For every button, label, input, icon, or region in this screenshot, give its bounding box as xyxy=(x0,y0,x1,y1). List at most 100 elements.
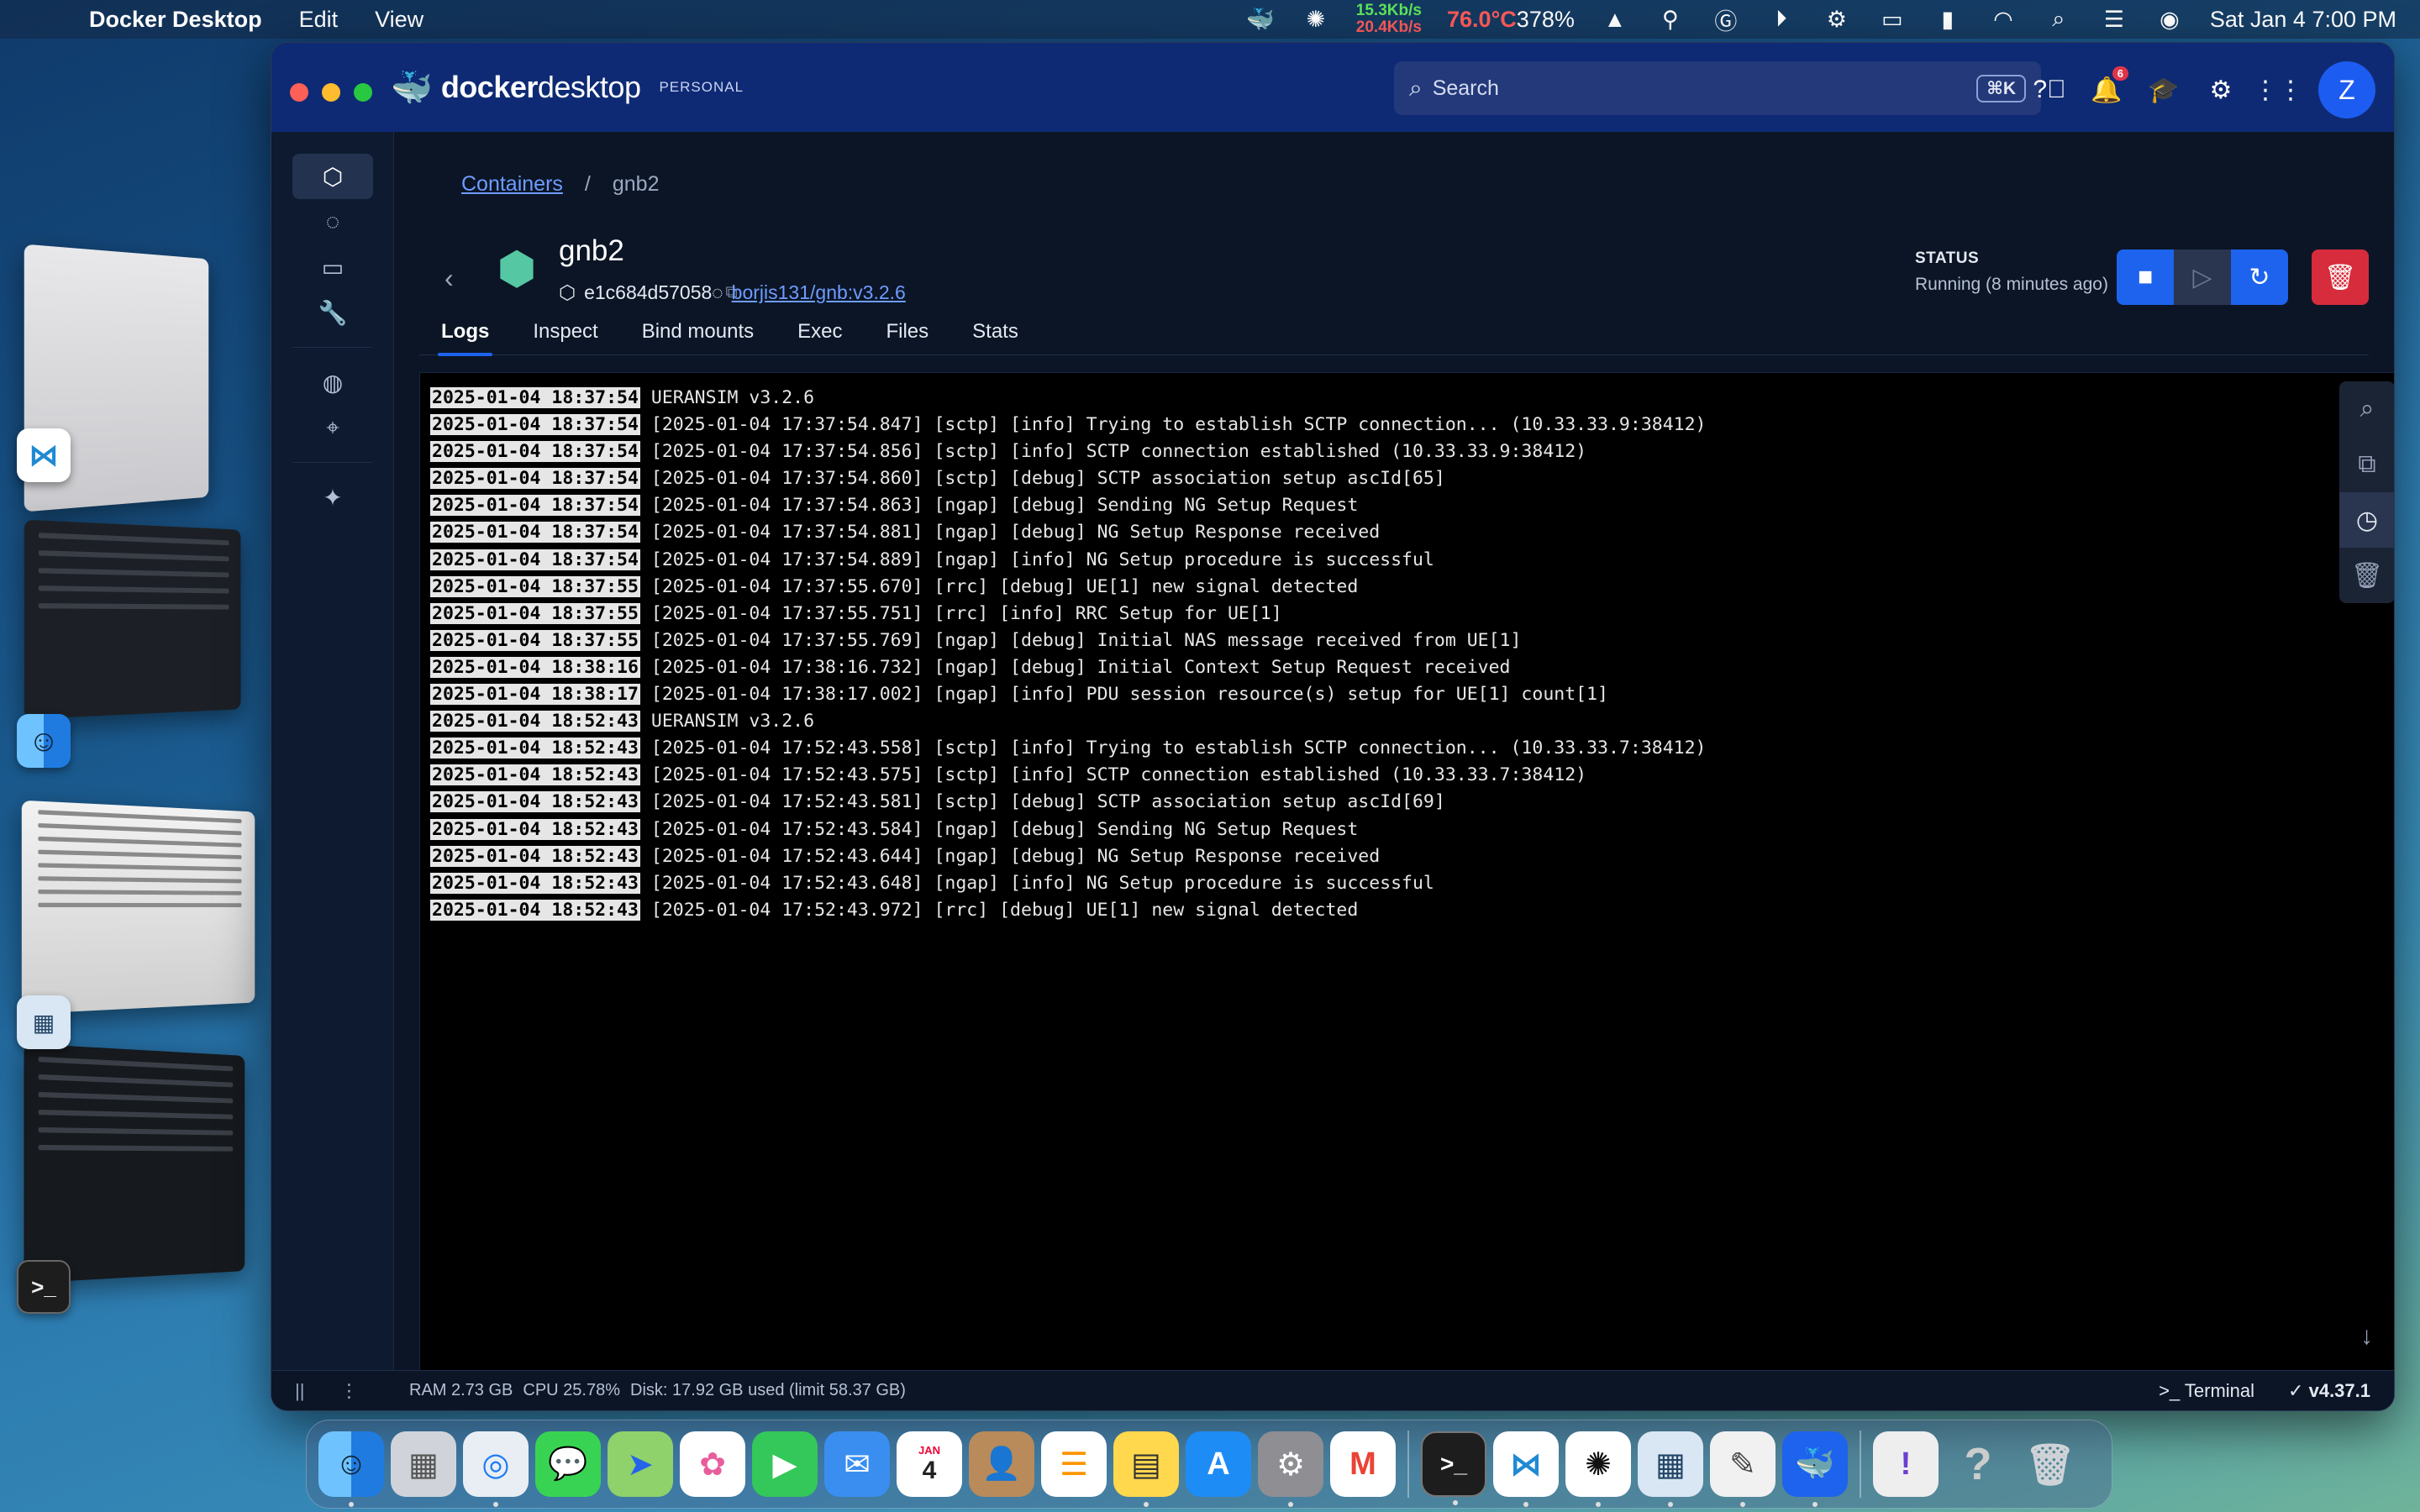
dock-maps[interactable]: ➤ xyxy=(608,1431,673,1497)
dock-app-store[interactable]: A xyxy=(1186,1431,1251,1497)
container-image-link[interactable]: borjis131/gnb:v3.2.6 xyxy=(732,281,906,304)
stage-window-preview[interactable] xyxy=(21,800,255,1015)
notification-badge: 6 xyxy=(2112,66,2128,81)
docker-status-icon[interactable]: 🐳 xyxy=(1245,6,1276,33)
cpu-usage-stat: CPU 25.78% xyxy=(523,1381,621,1399)
spotlight-icon[interactable]: ⌕ xyxy=(2044,6,2074,33)
sidebar-item-images[interactable]: ◌ xyxy=(292,199,373,244)
log-line: 2025-01-04 18:37:54 [2025-01-04 17:37:54… xyxy=(430,438,2388,465)
delete-button[interactable]: 🗑 xyxy=(2312,249,2369,305)
tab-exec[interactable]: Exec xyxy=(776,313,864,355)
sidebar-item-containers[interactable]: ⬡ xyxy=(292,154,373,199)
dock-mail[interactable]: ✉ xyxy=(824,1431,890,1497)
version-indicator[interactable]: ✓ v4.37.1 xyxy=(2288,1380,2370,1402)
log-copy-button[interactable]: ⧉ xyxy=(2339,437,2394,492)
apps-grid-icon[interactable]: ⋮⋮ xyxy=(2253,73,2303,107)
play-circle-icon[interactable]: ⏵ xyxy=(1766,6,1797,33)
dock-facetime[interactable]: ▶ xyxy=(752,1431,818,1497)
log-search-button[interactable]: ⌕ xyxy=(2339,381,2394,437)
title-bar: 🐳 dockerdesktop PERSONAL ⌕ Search ⌘K ?⃝ … xyxy=(271,43,2394,132)
pause-icon[interactable]: || xyxy=(295,1380,304,1402)
log-message: [2025-01-04 17:52:43.584] [ngap] [debug]… xyxy=(650,818,1359,840)
dock-document[interactable]: ! xyxy=(1873,1431,1939,1497)
control-center-icon[interactable]: ☰ xyxy=(2099,6,2129,33)
menu-app-name[interactable]: Docker Desktop xyxy=(89,7,262,33)
help-icon[interactable]: ?⃝ xyxy=(2033,73,2066,107)
dock-launchpad[interactable]: ▦ xyxy=(391,1431,456,1497)
tab-inspect[interactable]: Inspect xyxy=(511,313,619,355)
tab-stats[interactable]: Stats xyxy=(950,313,1040,355)
gear-status-icon[interactable]: ⚙ xyxy=(1822,6,1852,33)
chatgpt-status-icon[interactable]: ✺ xyxy=(1301,6,1331,33)
dock-notes[interactable]: ▤ xyxy=(1113,1431,1179,1507)
restart-button[interactable]: ↻ xyxy=(2231,249,2288,305)
dock-textedit[interactable]: ✎ xyxy=(1710,1431,1776,1507)
dock-finder[interactable]: ☺ xyxy=(318,1431,384,1507)
dock-reminders[interactable]: ☰ xyxy=(1041,1431,1107,1497)
log-clear-button[interactable]: 🗑 xyxy=(2339,548,2394,603)
dock-contacts[interactable]: 👤 xyxy=(969,1431,1034,1497)
stop-button[interactable]: ■ xyxy=(2117,249,2174,305)
log-message: [2025-01-04 17:37:54.856] [sctp] [info] … xyxy=(650,441,1587,463)
user-avatar[interactable]: Z xyxy=(2318,61,2375,118)
start-button[interactable]: ▷ xyxy=(2174,249,2231,305)
search-input[interactable]: ⌕ Search ⌘K xyxy=(1394,61,2041,115)
sidebar-item-builds[interactable]: 🔧 xyxy=(292,290,373,335)
dock-safari[interactable]: ◎ xyxy=(463,1431,529,1507)
stage-window-terminal[interactable] xyxy=(24,1043,245,1284)
stage-window-finder[interactable] xyxy=(24,519,241,720)
finder-app-icon[interactable]: ☺ xyxy=(17,714,71,768)
log-timestamp: 2025-01-04 18:37:55 xyxy=(430,575,640,597)
dock-chatgpt[interactable]: ✺ xyxy=(1565,1431,1631,1507)
preview-app-icon[interactable]: ▦ xyxy=(17,995,71,1049)
more-options-icon[interactable]: ⋮ xyxy=(339,1380,358,1402)
battery-icon[interactable]: ▮ xyxy=(1933,6,1963,33)
sidebar-item-volumes[interactable]: ▭ xyxy=(292,244,373,290)
log-viewer[interactable]: 2025-01-04 18:37:54 UERANSIM v3.2.6 2025-… xyxy=(419,372,2394,1372)
dock-help[interactable]: ? xyxy=(1945,1431,2011,1497)
menu-view[interactable]: View xyxy=(375,7,424,33)
system-stats[interactable]: 76.0°C378% xyxy=(1447,7,1575,33)
breadcrumb-containers-link[interactable]: Containers xyxy=(461,172,563,197)
dock-docker[interactable]: 🐳 xyxy=(1782,1431,1848,1507)
menu-edit[interactable]: Edit xyxy=(299,7,339,33)
wifi-icon[interactable]: ◠ xyxy=(1988,6,2018,33)
pin-icon[interactable]: ⚲ xyxy=(1655,6,1686,33)
sidebar-item-extensions[interactable]: ✦ xyxy=(292,475,373,520)
siri-icon[interactable]: ◉ xyxy=(2154,6,2185,33)
dock-preview[interactable]: ▦ xyxy=(1638,1431,1703,1507)
settings-icon[interactable]: ⚙ xyxy=(2204,73,2238,107)
notifications-icon[interactable]: 🔔 6 xyxy=(2090,66,2128,107)
menu-clock[interactable]: Sat Jan 4 7:00 PM xyxy=(2210,7,2396,33)
minimize-window-button[interactable] xyxy=(322,83,340,102)
log-timestamps-button[interactable]: ◷ xyxy=(2339,492,2394,548)
sidebar-item-models[interactable]: ⌖ xyxy=(292,405,373,450)
dock-system-settings[interactable]: ⚙ xyxy=(1258,1431,1323,1507)
dock-gmail[interactable]: M xyxy=(1330,1431,1396,1497)
log-message: [2025-01-04 17:38:16.732] [ngap] [debug]… xyxy=(650,656,1511,678)
shortcut-icon[interactable]: ▲ xyxy=(1600,6,1630,33)
back-chevron-icon[interactable]: ‹ xyxy=(445,263,454,294)
dock-photos[interactable]: ✿ xyxy=(680,1431,745,1497)
dock-trash[interactable]: 🗑 xyxy=(2018,1431,2083,1497)
dock-messages[interactable]: 💬 xyxy=(535,1431,601,1497)
terminal-button[interactable]: >_ Terminal xyxy=(2159,1380,2254,1402)
scroll-to-bottom-icon[interactable]: ↓ xyxy=(2360,1322,2373,1351)
close-window-button[interactable] xyxy=(290,83,308,102)
tab-logs[interactable]: Logs xyxy=(419,313,511,356)
dock-vscode[interactable]: ⋈ xyxy=(1493,1431,1559,1507)
log-line: 2025-01-04 18:37:54 UERANSIM v3.2.6 xyxy=(430,385,2388,412)
terminal-app-icon[interactable]: >_ xyxy=(17,1260,71,1314)
vscode-app-icon[interactable]: ⋈ xyxy=(17,428,71,482)
network-stats[interactable]: 15.3Kb/s 20.4Kb/s xyxy=(1356,3,1422,36)
zoom-window-button[interactable] xyxy=(354,83,372,102)
display-icon[interactable]: ▭ xyxy=(1877,6,1907,33)
sidebar-item-scout[interactable]: ◍ xyxy=(292,360,373,405)
learning-center-icon[interactable]: 🎓 xyxy=(2147,73,2181,107)
tab-files[interactable]: Files xyxy=(864,313,950,355)
log-line: 2025-01-04 18:52:43 [2025-01-04 17:52:43… xyxy=(430,816,2388,843)
dock-calendar[interactable]: JAN 4 xyxy=(897,1431,962,1497)
grammarly-icon[interactable]: Ⓖ xyxy=(1711,6,1741,34)
dock-terminal[interactable]: >_ xyxy=(1421,1431,1486,1505)
tab-bind-mounts[interactable]: Bind mounts xyxy=(620,313,776,355)
